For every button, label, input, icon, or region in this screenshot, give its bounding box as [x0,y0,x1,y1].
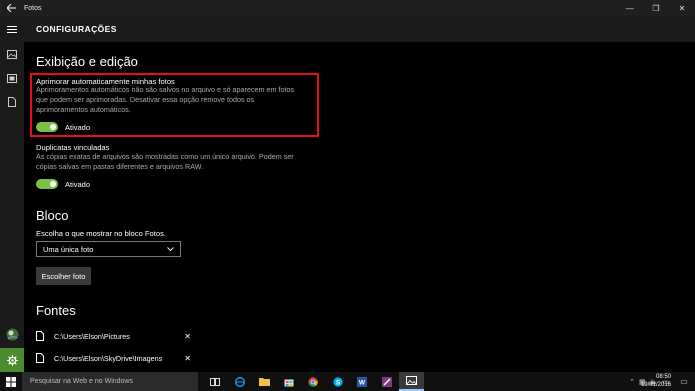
window-title: Fotos [24,4,42,12]
folder-row: C:\Users\Elson\Pictures ✕ [36,329,191,343]
word-icon[interactable]: W [350,372,375,391]
settings-icon[interactable] [0,348,24,372]
maximize-button[interactable]: ❐ [643,0,669,16]
back-arrow-icon [6,4,16,12]
tile-select[interactable]: Uma única foto [36,241,181,257]
tile-select-value: Uma única foto [43,244,94,254]
windows-logo-icon [6,376,16,387]
minimize-button[interactable]: — [617,0,643,16]
edge-icon[interactable] [228,372,253,391]
store-icon[interactable] [277,372,302,391]
skype-icon[interactable]: S [326,372,351,391]
chevron-down-icon [167,247,174,251]
window-controls: — ❐ ✕ [617,0,695,16]
svg-text:S: S [336,379,341,386]
tile-label: Escolha o que mostrar no bloco Fotos. [36,229,167,238]
file-explorer-icon[interactable] [252,372,277,391]
menu-icon[interactable] [0,16,24,42]
folder-row: C:\Users\Elson\SkyDrive\Imagens ✕ [36,351,191,365]
duplicates-toggle[interactable] [36,179,58,189]
display-section-heading: Exibição e edição [36,54,138,69]
onenote-icon[interactable] [375,372,400,391]
back-button[interactable] [0,0,22,16]
sources-section-heading: Fontes [36,303,76,318]
clock-time: 08:50 [655,374,671,380]
notifications-icon[interactable]: ▭ [675,372,693,391]
duplicates-toggle-label: Ativado [65,180,91,189]
close-button[interactable]: ✕ [669,0,695,16]
page-title: CONFIGURAÇÕES [36,24,117,34]
photos-icon[interactable] [399,372,424,391]
folder-icon [36,331,44,341]
clock[interactable]: 08:50 19/01/2016 [641,374,671,389]
chevron-up-icon[interactable]: ⌃ [629,378,635,386]
clock-date: 19/01/2016 [640,381,671,388]
taskbar-apps: S W [203,372,424,391]
folder-icon [36,353,44,363]
choose-photo-button[interactable]: Escolher foto [36,267,91,285]
page-header: CONFIGURAÇÕES [0,16,695,42]
title-bar: Fotos — ❐ ✕ [0,0,695,16]
collection-icon[interactable] [6,48,18,60]
taskbar: Pesquisar na Web e no Windows S W ⌃ ▦ 🔈 … [0,372,695,391]
highlight-box [30,73,319,137]
sidebar [0,42,24,372]
svg-text:W: W [359,379,366,386]
albums-icon[interactable] [6,72,18,84]
start-button[interactable] [0,372,22,391]
remove-folder-button[interactable]: ✕ [184,354,191,363]
remove-folder-button[interactable]: ✕ [184,332,191,341]
avatar-icon[interactable] [5,327,19,341]
folder-path: C:\Users\Elson\SkyDrive\Imagens [54,353,163,363]
task-view-icon[interactable] [203,372,228,391]
duplicates-title: Duplicatas vinculadas [36,143,110,152]
tile-section-heading: Bloco [36,208,69,223]
taskbar-search-input[interactable]: Pesquisar na Web e no Windows [22,372,198,391]
folder-path: C:\Users\Elson\Pictures [54,331,130,341]
folders-icon[interactable] [6,96,18,108]
duplicates-description: As cópias exatas de arquivos são mostrad… [36,152,294,171]
chrome-icon[interactable] [301,372,326,391]
